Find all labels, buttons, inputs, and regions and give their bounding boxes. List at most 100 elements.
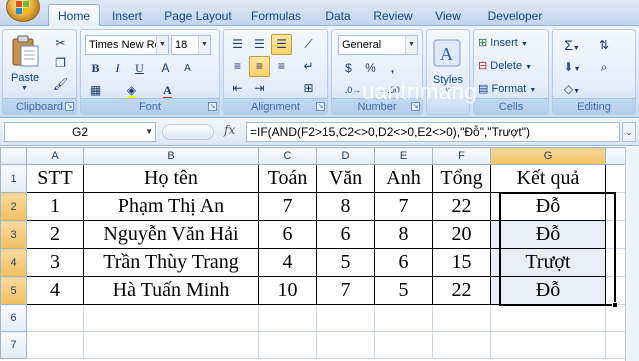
tab-developer[interactable]: Developer (480, 7, 550, 26)
table-cell[interactable]: 22 (432, 192, 491, 221)
table-cell[interactable]: 7 (374, 192, 433, 221)
merge-center-button[interactable]: ⊞ (298, 78, 319, 99)
table-cell[interactable]: Nguyễn Văn Hải (83, 220, 259, 249)
autosum-button[interactable]: Σ▼ (557, 35, 587, 56)
table-cell[interactable]: Văn (316, 164, 375, 193)
tab-view[interactable]: View (428, 7, 468, 26)
insert-function-icon[interactable]: fx (224, 123, 235, 137)
table-cell[interactable]: 20 (432, 220, 491, 249)
column-header[interactable]: B (83, 147, 259, 165)
name-box[interactable]: G2 ▼ (4, 122, 156, 142)
font-name-combo[interactable]: Times New Ro ▼ (85, 35, 169, 55)
empty-cell[interactable] (490, 304, 606, 332)
office-button[interactable] (6, 0, 40, 22)
insert-cells-button[interactable]: ⊞ Insert ▼ (478, 36, 528, 49)
empty-cell[interactable] (605, 276, 626, 305)
column-header[interactable]: F (432, 147, 491, 165)
align-top-button[interactable]: ☰ (227, 34, 248, 55)
number-format-combo[interactable]: General ▼ (338, 35, 418, 55)
copy-button[interactable]: ❐ (50, 53, 71, 74)
table-cell[interactable]: 6 (374, 248, 433, 277)
empty-cell[interactable] (432, 331, 491, 359)
increase-indent-button[interactable]: ⇥ (249, 78, 270, 99)
table-cell[interactable]: Trần Thùy Trang (83, 248, 259, 277)
find-select-button[interactable]: ⌕ (589, 57, 619, 78)
formula-input[interactable]: =IF(AND(F2>15,C2<>0,D2<>0,E2<>0),"Đỗ","T… (246, 122, 620, 142)
table-cell[interactable]: Trượt (490, 248, 606, 277)
wrap-text-button[interactable]: ↵ (298, 56, 319, 77)
empty-cell[interactable] (605, 248, 626, 277)
table-cell[interactable]: 15 (432, 248, 491, 277)
empty-cell[interactable] (490, 331, 606, 359)
table-cell[interactable]: 5 (374, 276, 433, 305)
tab-review[interactable]: Review (368, 7, 418, 26)
empty-cell[interactable] (432, 304, 491, 332)
empty-cell[interactable] (605, 331, 626, 359)
table-cell[interactable]: 6 (258, 220, 317, 249)
align-middle-button[interactable]: ☰ (249, 34, 270, 55)
row-header[interactable]: 4 (0, 248, 27, 277)
table-cell[interactable]: 8 (316, 192, 375, 221)
empty-cell[interactable] (605, 304, 626, 332)
empty-cell[interactable] (605, 164, 626, 193)
align-bottom-button[interactable]: ☰ (271, 34, 292, 55)
tab-insert[interactable]: Insert (104, 7, 150, 26)
align-left-button[interactable]: ≡ (227, 56, 248, 77)
chevron-down-icon[interactable]: ▼ (156, 36, 168, 54)
table-cell[interactable]: Đỗ (490, 276, 606, 305)
table-cell[interactable]: 5 (316, 248, 375, 277)
empty-cell[interactable] (316, 304, 375, 332)
tab-home[interactable]: Home (48, 4, 100, 27)
row-header[interactable]: 2 (0, 192, 27, 221)
table-cell[interactable]: 1 (26, 192, 84, 221)
empty-cell[interactable] (374, 331, 433, 359)
table-cell[interactable]: 7 (316, 276, 375, 305)
tab-data[interactable]: Data (318, 7, 358, 26)
table-cell[interactable]: 10 (258, 276, 317, 305)
underline-button[interactable]: U (129, 58, 150, 79)
row-header[interactable]: 5 (0, 276, 27, 305)
vertical-scrollbar[interactable] (625, 147, 639, 361)
table-cell[interactable]: Đỗ (490, 220, 606, 249)
paste-button[interactable]: Paste ▼ (9, 34, 43, 94)
formula-bar-splitter[interactable] (162, 124, 214, 140)
empty-cell[interactable] (605, 220, 626, 249)
empty-cell[interactable] (83, 331, 259, 359)
select-all-corner[interactable] (0, 147, 27, 165)
row-header[interactable]: 7 (0, 331, 27, 359)
sort-filter-button[interactable]: ⇅ (589, 35, 619, 56)
alignment-launcher-icon[interactable]: ↘ (316, 102, 325, 111)
shrink-font-button[interactable]: A (177, 58, 198, 79)
empty-cell[interactable] (26, 331, 84, 359)
format-cells-button[interactable]: ▤ Format ▼ (478, 82, 536, 95)
currency-button[interactable]: $ (338, 58, 359, 79)
bold-button[interactable]: B (85, 58, 106, 79)
empty-cell[interactable] (26, 304, 84, 332)
tab-formulas[interactable]: Formulas (246, 7, 306, 26)
row-header[interactable]: 6 (0, 304, 27, 332)
table-cell[interactable]: 6 (316, 220, 375, 249)
empty-cell[interactable] (316, 331, 375, 359)
table-cell[interactable]: 8 (374, 220, 433, 249)
column-header[interactable]: A (26, 147, 84, 165)
column-header-blank[interactable] (605, 147, 626, 165)
font-launcher-icon[interactable]: ↘ (208, 102, 217, 111)
table-cell[interactable]: Toán (258, 164, 317, 193)
table-cell[interactable]: Kết quả (490, 164, 606, 193)
chevron-down-icon[interactable]: ▼ (405, 36, 417, 54)
table-cell[interactable]: 2 (26, 220, 84, 249)
chevron-down-icon[interactable]: ▼ (198, 36, 210, 54)
percent-button[interactable]: % (360, 58, 381, 79)
format-painter-button[interactable]: 🖌 (50, 74, 71, 95)
font-size-combo[interactable]: 18 ▼ (171, 35, 211, 55)
empty-cell[interactable] (258, 304, 317, 332)
chevron-down-icon[interactable]: ▼ (145, 123, 153, 141)
table-cell[interactable]: 7 (258, 192, 317, 221)
empty-cell[interactable] (258, 331, 317, 359)
grow-font-button[interactable]: A (155, 58, 176, 79)
table-cell[interactable]: Phạm Thị An (83, 192, 259, 221)
table-cell[interactable]: Hà Tuấn Minh (83, 276, 259, 305)
decrease-indent-button[interactable]: ⇤ (227, 78, 248, 99)
table-cell[interactable]: STT (26, 164, 84, 193)
table-cell[interactable]: Đỗ (490, 192, 606, 221)
